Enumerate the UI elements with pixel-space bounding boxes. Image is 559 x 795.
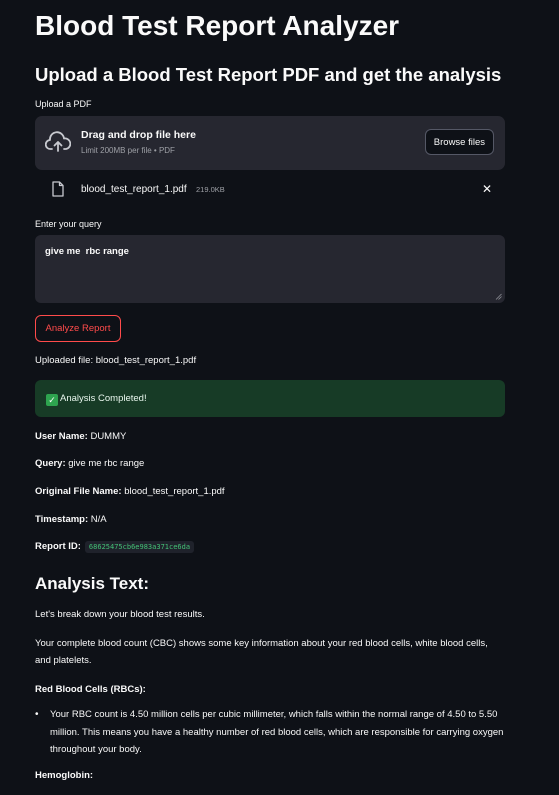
timestamp-value: N/A: [90, 514, 107, 525]
query-value: give me rbc range: [45, 246, 129, 257]
analyze-report-button[interactable]: Analyze Report: [35, 315, 121, 342]
success-alert: ✓ Analysis Completed!: [35, 380, 505, 417]
user-name-value: DUMMY: [90, 431, 127, 442]
report-id-label: Report ID:: [35, 541, 81, 552]
cloud-upload-icon: [45, 131, 71, 152]
hemoglobin-heading: Hemoglobin:: [35, 770, 94, 781]
file-size: 219.0KB: [196, 185, 225, 194]
analysis-heading: Analysis Text:: [35, 574, 150, 593]
query-label: Enter your query: [35, 219, 102, 229]
list-item: • Your RBC count is 4.50 million cells p…: [35, 706, 505, 759]
report-id-row: Report ID: 68625475cb6e983a371ce6da: [35, 541, 195, 553]
query-row-value: give me rbc range: [68, 458, 145, 469]
cbc-paragraph: Your complete blood count (CBC) shows so…: [35, 638, 488, 666]
query-row: Query: give me rbc range: [35, 458, 144, 469]
original-file-label: Original File Name:: [35, 486, 122, 497]
timestamp-label: Timestamp:: [35, 514, 89, 525]
check-icon: ✓: [46, 394, 58, 406]
browse-files-button[interactable]: Browse files: [424, 129, 494, 155]
resize-grip-icon[interactable]: [495, 293, 502, 300]
remove-file-icon[interactable]: ✕: [482, 182, 492, 196]
user-name-label: User Name:: [35, 431, 88, 442]
uploaded-file-row: blood_test_report_1.pdf 219.0KB ✕: [35, 180, 505, 200]
file-name: blood_test_report_1.pdf: [81, 184, 187, 195]
query-textarea[interactable]: give me rbc range: [35, 235, 505, 303]
dropzone-hint: Limit 200MB per file • PDF: [81, 146, 175, 155]
original-file-row: Original File Name: blood_test_report_1.…: [35, 486, 225, 497]
report-id-value: 68625475cb6e983a371ce6da: [84, 541, 195, 553]
bullet-icon: •: [35, 709, 39, 720]
rbc-heading: Red Blood Cells (RBCs):: [35, 684, 146, 695]
file-dropzone[interactable]: Drag and drop file here Limit 200MB per …: [35, 116, 505, 170]
timestamp-row: Timestamp: N/A: [35, 514, 107, 525]
analysis-intro: Let's break down your blood test results…: [35, 609, 205, 620]
dropzone-title: Drag and drop file here: [81, 129, 196, 141]
uploaded-file-text: Uploaded file: blood_test_report_1.pdf: [35, 355, 197, 366]
original-file-value: blood_test_report_1.pdf: [124, 486, 225, 497]
query-row-label: Query:: [35, 458, 66, 469]
upload-label: Upload a PDF: [35, 99, 92, 109]
success-text: Analysis Completed!: [60, 393, 147, 404]
rbc-bullet-text: Your RBC count is 4.50 million cells per…: [50, 709, 504, 755]
user-name-row: User Name: DUMMY: [35, 431, 126, 442]
file-icon: [52, 181, 64, 197]
page-subtitle: Upload a Blood Test Report PDF and get t…: [35, 64, 502, 85]
page-title: Blood Test Report Analyzer: [35, 10, 400, 41]
